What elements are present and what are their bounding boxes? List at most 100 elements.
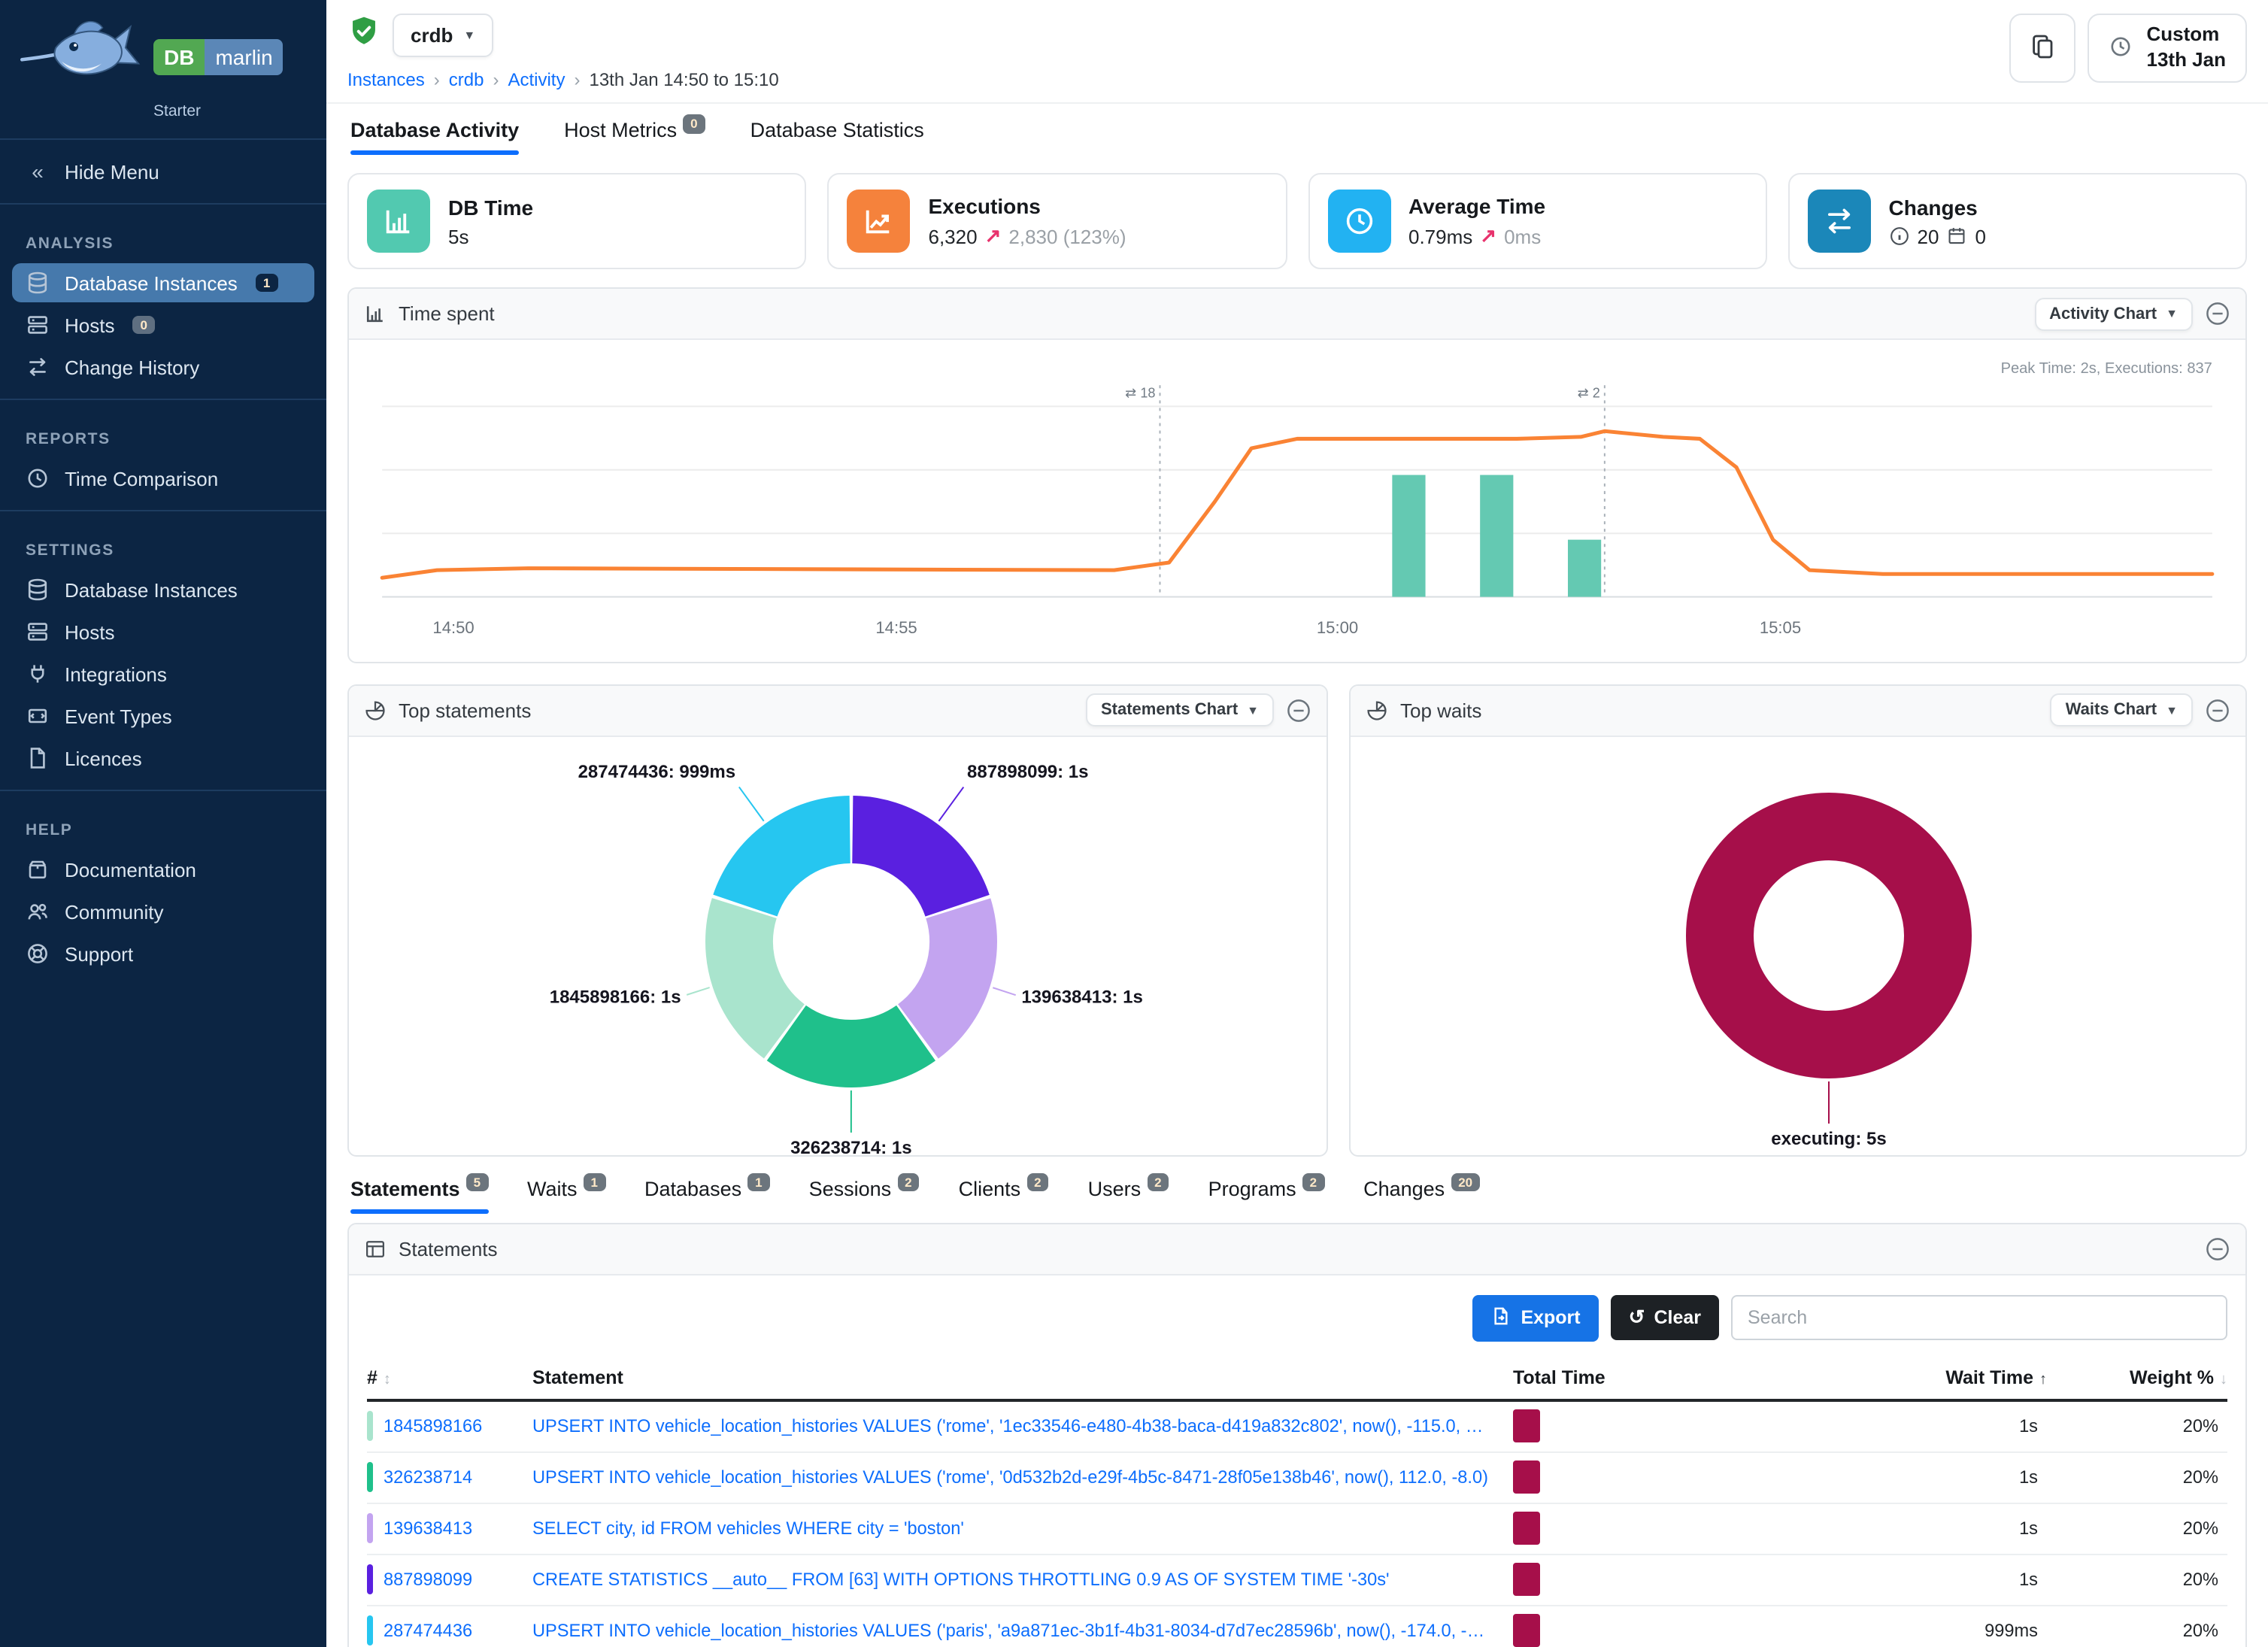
statement-id-link[interactable]: 887898099 [367,1565,532,1595]
weight-value: 20% [2047,1570,2227,1591]
detail-tab-users[interactable]: Users2 [1088,1178,1169,1214]
table-row: 139638413SELECT city, id FROM vehicles W… [367,1504,2227,1555]
statement-id-link[interactable]: 1845898166 [367,1412,532,1442]
search-input[interactable] [1731,1296,2227,1341]
calendar-icon[interactable] [1946,226,1967,247]
tab-label: Waits [527,1178,578,1200]
sidebar-item-event-types[interactable]: Event Types [12,696,314,736]
time-range-date: 13th Jan [2147,48,2227,74]
statement-id-link[interactable]: 287474436 [367,1616,532,1646]
top-statements-panel: Top statements Statements Chart ▼ 887898… [347,684,1328,1157]
svg-text:1845898166: 1s: 1845898166: 1s [550,987,681,1007]
statement-link[interactable]: SELECT city, id FROM vehicles WHERE city… [532,1518,1513,1539]
breadcrumb-crdb[interactable]: crdb [449,69,484,90]
clear-button[interactable]: ↺ Clear [1611,1296,1719,1341]
hide-menu-button[interactable]: « Hide Menu [12,152,314,191]
detail-tab-databases[interactable]: Databases1 [644,1178,770,1214]
tab-host-metrics[interactable]: Host Metrics0 [564,119,705,155]
time-spent-chart[interactable]: ⇄ 18⇄ 2Peak Time: 2s, Executions: 83714:… [349,340,2245,662]
weight-value: 20% [2047,1621,2227,1642]
detail-tab-waits[interactable]: Waits1 [527,1178,605,1214]
sidebar-item-change-history[interactable]: Change History [12,347,314,387]
sidebar-item-community[interactable]: Community [12,892,314,931]
statement-id-link[interactable]: 139638413 [367,1514,532,1544]
svg-text:executing: 5s: executing: 5s [1771,1129,1886,1149]
brand-logo[interactable]: DB marlin Starter [0,0,326,126]
top-statements-chart[interactable]: 887898099: 1s139638413: 1s326238714: 1s1… [349,737,1327,1155]
column-header-weight[interactable]: Weight %↓ [2047,1367,2227,1388]
activity-chart-dropdown[interactable]: Activity Chart ▼ [2034,297,2193,330]
undo-icon: ↺ [1629,1306,1645,1330]
sidebar-item-documentation[interactable]: Documentation [12,850,314,889]
detail-tab-clients[interactable]: Clients2 [959,1178,1049,1214]
tab-database-statistics[interactable]: Database Statistics [750,119,924,155]
time-range-button[interactable]: Custom 13th Jan [2088,14,2248,83]
top-waits-chart[interactable]: executing: 5s [1351,737,2245,1155]
collapse-panel-icon[interactable] [1286,698,1311,723]
waits-chart-dropdown[interactable]: Waits Chart ▼ [2051,694,2193,727]
info-icon[interactable] [1889,226,1910,247]
chevron-down-icon: ▼ [463,29,475,42]
sidebar-item-support[interactable]: Support [12,934,314,973]
statement-link[interactable]: UPSERT INTO vehicle_location_histories V… [532,1621,1513,1642]
statement-link[interactable]: UPSERT INTO vehicle_location_histories V… [532,1416,1513,1437]
svg-text:139638413: 1s: 139638413: 1s [1021,987,1142,1008]
breadcrumb-instances[interactable]: Instances [347,69,425,90]
sidebar-item-licences[interactable]: Licences [12,739,314,778]
sidebar-item-hosts[interactable]: Hosts0 [12,305,314,344]
column-label: Statement [532,1367,623,1388]
sidebar-item-time-comparison[interactable]: Time Comparison [12,459,314,498]
dbmarlin-app: DB marlin Starter « Hide Menu ANALYSISDa… [0,0,2268,1647]
clock-icon [1327,190,1390,253]
top-waits-panel: Top waits Waits Chart ▼ executing: 5s [1349,684,2247,1157]
collapse-panel-icon[interactable] [2205,1236,2230,1262]
topbar: crdb ▼ Instances›crdb›Activity›13th Jan … [326,0,2268,104]
sidebar-item-hosts[interactable]: Hosts [12,612,314,651]
detail-tab-changes[interactable]: Changes20 [1363,1178,1480,1214]
brand-edition: Starter [153,102,308,120]
instance-selector[interactable]: crdb ▼ [393,14,493,57]
column-header-statement[interactable]: Statement [532,1367,1513,1388]
changes-info-count: 20 [1918,225,1939,247]
panel-title: Top statements [399,699,531,722]
tab-database-activity[interactable]: Database Activity [350,119,519,155]
statement-link[interactable]: UPSERT INTO vehicle_location_histories V… [532,1467,1513,1488]
collapse-panel-icon[interactable] [2205,301,2230,326]
statements-chart-dropdown[interactable]: Statements Chart ▼ [1086,694,1274,727]
sidebar-item-database-instances[interactable]: Database Instances [12,570,314,609]
swap-icon [26,355,50,379]
column-header-wait-time[interactable]: Wait Time ↑ [1724,1367,2047,1388]
breadcrumb-13th-jan-14-50-to-15-10: 13th Jan 14:50 to 15:10 [589,69,778,90]
swap-icon [1808,190,1871,253]
detail-tab-sessions[interactable]: Sessions2 [809,1178,920,1214]
collapse-panel-icon[interactable] [2205,698,2230,723]
detail-tab-programs[interactable]: Programs2 [1208,1178,1325,1214]
copy-link-button[interactable] [2010,14,2076,83]
plug-icon [26,662,50,686]
sidebar-item-label: Support [65,942,133,965]
svg-text:Peak Time: 2s, Executions: 837: Peak Time: 2s, Executions: 837 [2001,360,2212,377]
export-button[interactable]: Export [1472,1295,1598,1342]
count-badge: 1 [747,1173,769,1192]
sidebar-item-database-instances[interactable]: Database Instances1 [12,263,314,302]
hosts-icon [26,620,50,644]
sort-icon: ↑ [2039,1372,2047,1388]
statement-link[interactable]: CREATE STATISTICS __auto__ FROM [63] WIT… [532,1570,1513,1591]
detail-tab-statements[interactable]: Statements5 [350,1178,488,1214]
kpi-delta: 0ms [1504,225,1541,247]
breadcrumb-separator: › [493,69,499,90]
column-label: Wait Time [1945,1367,2033,1388]
column-header-total-time[interactable]: Total Time [1513,1367,1724,1388]
count-badge: 5 [466,1173,488,1192]
weight-value: 20% [2047,1467,2227,1488]
statement-id-link[interactable]: 326238714 [367,1463,532,1493]
sidebar-item-integrations[interactable]: Integrations [12,654,314,693]
count-badge: 2 [1026,1173,1048,1192]
changes-calendar-count: 0 [1975,225,1985,247]
health-shield-icon [347,15,381,56]
export-icon [1490,1306,1511,1331]
series-color-chip [367,1463,373,1493]
breadcrumb-activity[interactable]: Activity [508,69,565,90]
sidebar-item-label: Hosts [65,314,114,336]
column-header-[interactable]: #↕ [367,1367,532,1388]
